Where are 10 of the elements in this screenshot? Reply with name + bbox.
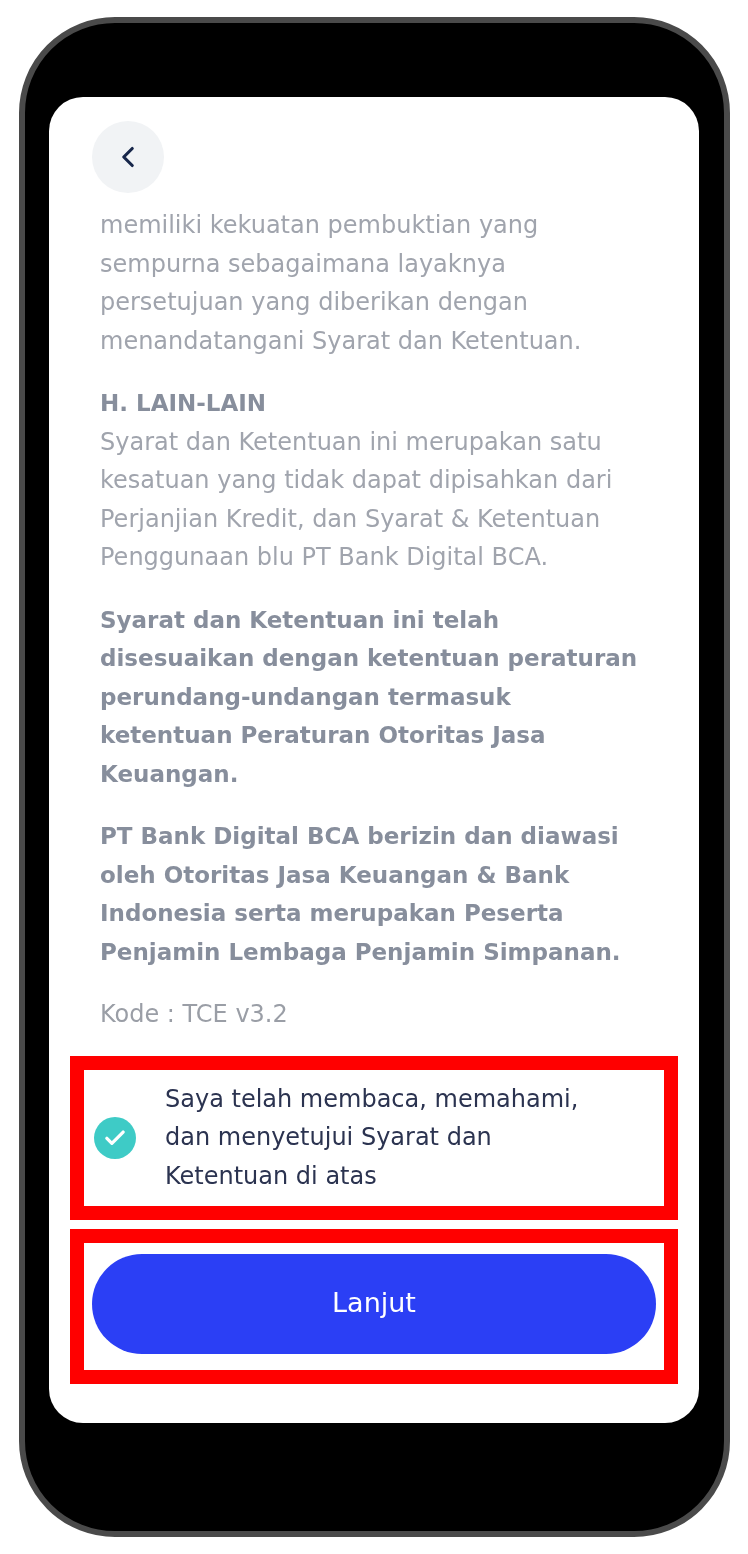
bold-paragraph: Syarat dan Ketentuan ini telah disesuaikan dengan ketentuan peraturan perundang-undangan termasuk ketentuan Peraturan Otoritas Jasa Keuangan.	[100, 605, 639, 789]
bold-paragraph: PT Bank Digital BCA berizin dan diawasi oleh Otoritas Jasa Keuangan & Bank Indonesia serta merupakan Peserta Penjamin Lembaga Penjamin Simpanan.	[100, 822, 622, 967]
paragraph: memiliki kekuatan pembuktian yang sempurna sebagaimana layaknya persetujuan yang diberikan dengan menandatangani Syarat dan Ketentuan.	[100, 210, 583, 357]
checkmark-icon	[105, 1129, 125, 1146]
agreement-text: Saya telah membaca, memahami, dan menyetujui Syarat dan Ketentuan di atas	[165, 1083, 580, 1192]
document-code: Kode : TCE v3.2	[100, 999, 289, 1030]
continue-button[interactable]: Lanjut	[92, 1253, 656, 1354]
paragraph: Syarat dan Ketentuan ini merupakan satu kesatuan yang tidak dapat dipisahkan dari Perjanjian Kredit, dan Syarat & Ketentuan Penggunaan blu PT Bank Digital BCA.	[100, 426, 614, 573]
checkbox[interactable]	[94, 1116, 136, 1159]
section-heading: H. LAIN-LAIN	[100, 389, 268, 418]
